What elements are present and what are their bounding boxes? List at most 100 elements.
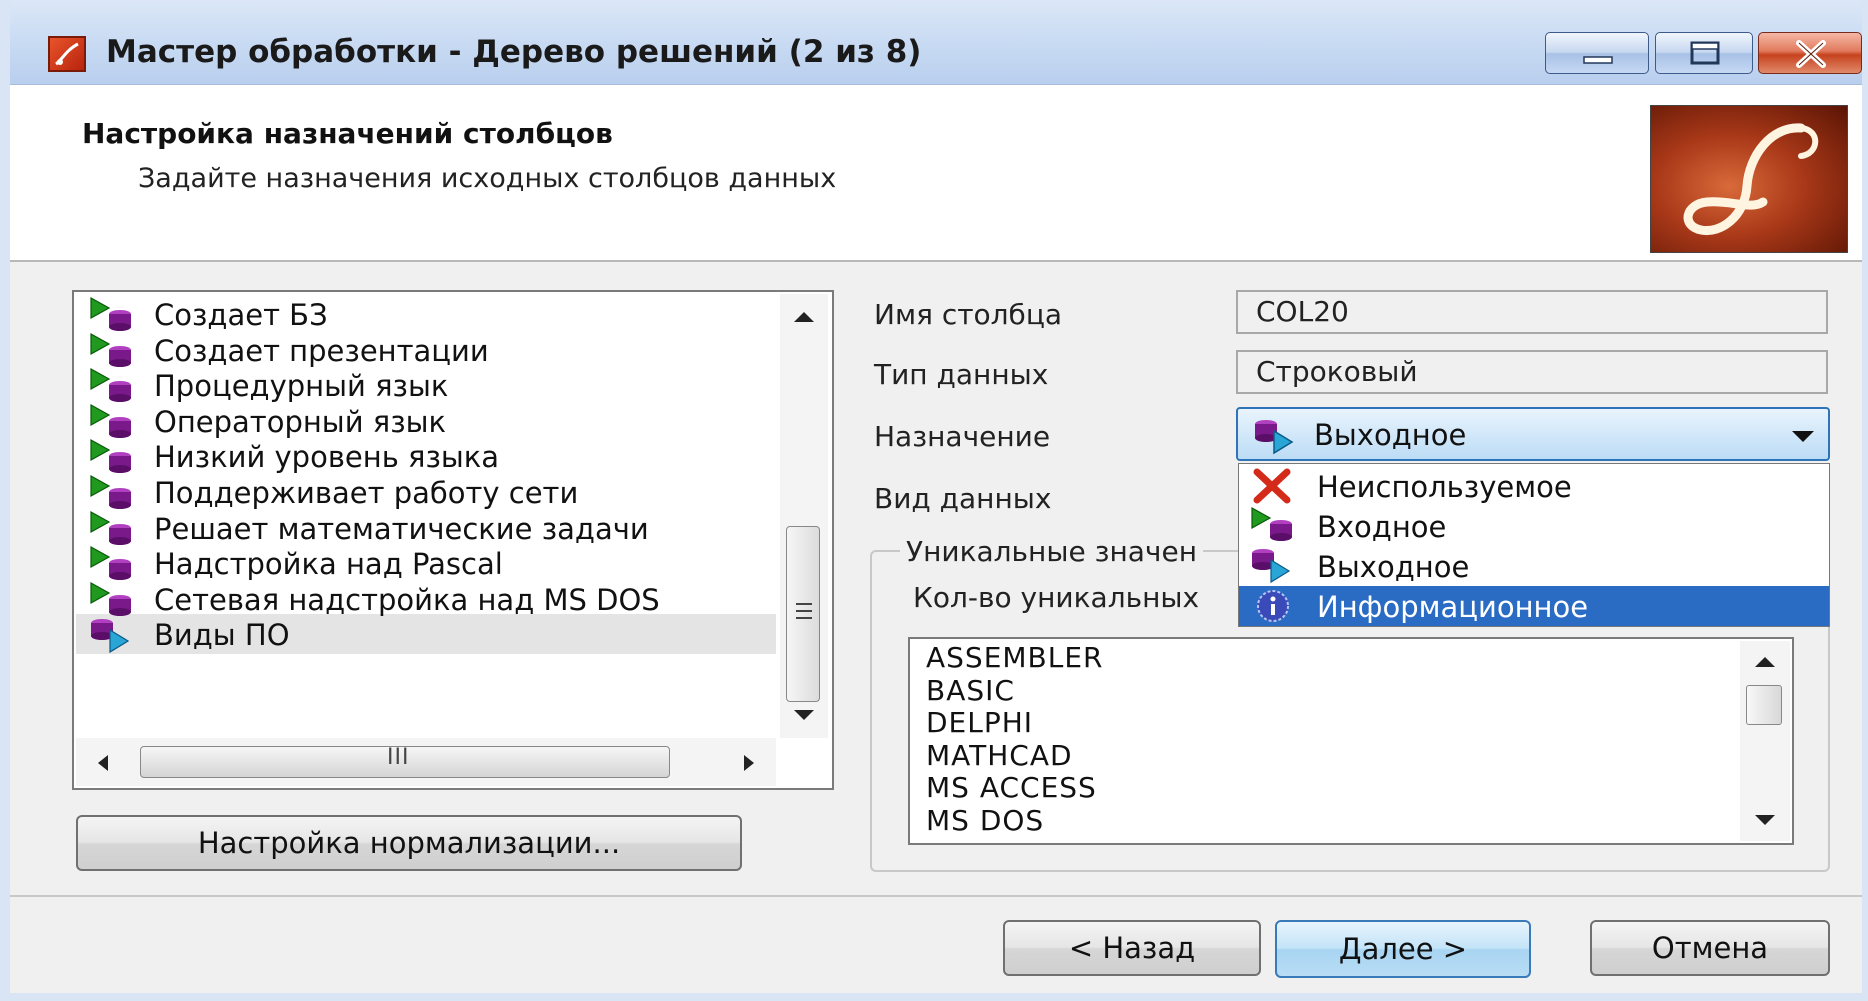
output-column-icon [88,616,144,654]
close-button[interactable] [1758,32,1862,74]
footer-separator [10,895,1862,897]
back-button-label: < Назад [1068,931,1196,965]
title-bar[interactable]: Мастер обработки - Дерево решений (2 из … [10,0,1862,85]
deductor-logo [1650,105,1848,253]
purpose-combobox[interactable]: Выходное [1236,407,1830,461]
columns-list-hscrollbar[interactable]: III [76,738,776,786]
purpose-option-label: Информационное [1317,590,1589,624]
scroll-up-icon[interactable] [1753,655,1777,669]
cancel-button[interactable]: Отмена [1590,920,1830,976]
step-subtitle: Задайте назначения исходных столбцов дан… [138,163,837,194]
unique-value-item[interactable]: MS ACCESS [926,771,1097,804]
next-button-label: Далее > [1338,932,1468,966]
input-column-icon [88,367,144,405]
purpose-option-label: Неиспользуемое [1317,470,1572,504]
step-title: Настройка назначений столбцов [82,117,613,150]
wizard-window: Мастер обработки - Дерево решений (2 из … [0,0,1868,1001]
scroll-down-icon[interactable] [1753,813,1777,827]
purpose-option[interactable]: Неиспользуемое [1239,466,1829,506]
column-list-item[interactable]: Низкий уровень языка [88,436,768,476]
column-list-item[interactable]: Решает математические задачи [88,508,768,548]
column-list-item[interactable]: Сетевая надстройка над MS DOS [88,579,768,619]
unique-value-item[interactable]: ASSEMBLER [926,641,1104,674]
window-title: Мастер обработки - Дерево решений (2 из … [106,34,922,70]
input-column-icon [88,474,144,512]
input-column-icon [88,438,144,476]
column-name-label: Имя столбца [874,298,1063,331]
column-list-item[interactable]: Поддерживает работу сети [88,472,768,512]
purpose-option[interactable]: Выходное [1239,546,1829,586]
column-list-item-label: Надстройка над Pascal [154,547,503,582]
column-list-item-label: Решает математические задачи [154,511,649,546]
scroll-left-icon[interactable] [96,754,110,772]
column-list-item-label: Создает БЗ [154,298,328,332]
input-column-icon [88,545,144,583]
column-list-item[interactable]: Создает презентации [88,330,768,370]
column-list-item[interactable]: Виды ПО [76,614,776,655]
input-column-icon [88,403,144,441]
unique-count-label: Кол-во уникальных [913,581,1200,614]
input-column-icon [88,296,144,334]
scroll-up-icon[interactable] [792,310,816,324]
unique-values-vscrollbar[interactable] [1740,641,1790,841]
purpose-selected-value: Выходное [1314,418,1467,452]
column-name-field: COL20 [1236,290,1828,334]
chevron-down-icon[interactable] [1792,431,1814,442]
scroll-right-icon[interactable] [742,754,756,772]
app-icon [48,36,86,72]
purpose-option[interactable]: Информационное [1239,586,1829,626]
close-icon [1796,40,1826,68]
column-list-item-label: Создает презентации [154,333,489,368]
maximize-button[interactable] [1655,32,1753,74]
unique-value-item[interactable]: BASIC [926,674,1015,707]
back-button[interactable]: < Назад [1003,920,1261,976]
unique-value-item[interactable]: MATHCAD [926,739,1073,772]
scroll-down-icon[interactable] [792,708,816,722]
next-button[interactable]: Далее > [1275,920,1531,978]
minimize-icon [1583,56,1613,64]
input-column-icon [88,510,144,548]
cancel-button-label: Отмена [1651,931,1769,965]
wizard-header: Настройка назначений столбцов Задайте на… [10,85,1862,262]
column-list-item-label: Поддерживает работу сети [154,476,579,510]
column-list-item[interactable]: Процедурный язык [88,365,768,405]
input-column-icon [88,581,144,619]
purpose-dropdown-list[interactable]: Неиспользуемое Входное Выходное Информацион… [1238,463,1830,627]
normalization-settings-label: Настройка нормализации... [197,826,621,860]
column-list-item-label: Операторный язык [154,404,447,439]
hscroll-grip: III [387,745,410,770]
column-list-item[interactable]: Надстройка над Pascal [88,543,768,583]
scroll-thumb[interactable] [1746,685,1782,725]
column-list-item-label: Низкий уровень языка [154,440,500,475]
column-list-item-label: Процедурный язык [154,369,449,404]
output-icon [1249,546,1299,586]
column-list-item[interactable]: Операторный язык [88,401,768,441]
minimize-button[interactable] [1545,32,1649,74]
data-kind-label: Вид данных [874,482,1052,515]
normalization-settings-button[interactable]: Настройка нормализации... [76,815,742,871]
input-icon [1249,506,1299,546]
unique-value-item[interactable]: MS DOS [926,804,1044,837]
unique-values-group-title: Уникальные значен [900,535,1204,568]
purpose-option[interactable]: Входное [1239,506,1829,546]
columns-list[interactable]: Виды ПО Сетевая надстройка над MS DOS Надс… [72,290,834,790]
output-icon [1255,420,1294,455]
data-type-field: Строковый [1236,350,1828,394]
info-icon [1249,586,1299,626]
unused-x-icon [1249,466,1299,506]
hscroll-thumb[interactable]: III [140,745,670,778]
purpose-label: Назначение [874,420,1051,453]
columns-list-vscrollbar[interactable] [780,294,828,738]
input-column-icon [88,332,144,370]
purpose-option-label: Входное [1317,510,1447,544]
scroll-thumb[interactable] [786,526,820,702]
purpose-option-label: Выходное [1317,550,1470,584]
unique-values-list[interactable]: MS DOS MS ACCESS MATHCAD DELPHI BASIC ASSEMBL… [908,637,1794,845]
unique-value-item[interactable]: DELPHI [926,706,1033,739]
column-list-item-label: Виды ПО [154,618,290,653]
data-type-label: Тип данных [874,358,1049,391]
grip-icon [796,603,812,619]
column-list-item[interactable]: Создает БЗ [88,294,768,334]
maximize-icon [1690,41,1720,65]
column-list-item-label: Сетевая надстройка над MS DOS [154,582,660,617]
